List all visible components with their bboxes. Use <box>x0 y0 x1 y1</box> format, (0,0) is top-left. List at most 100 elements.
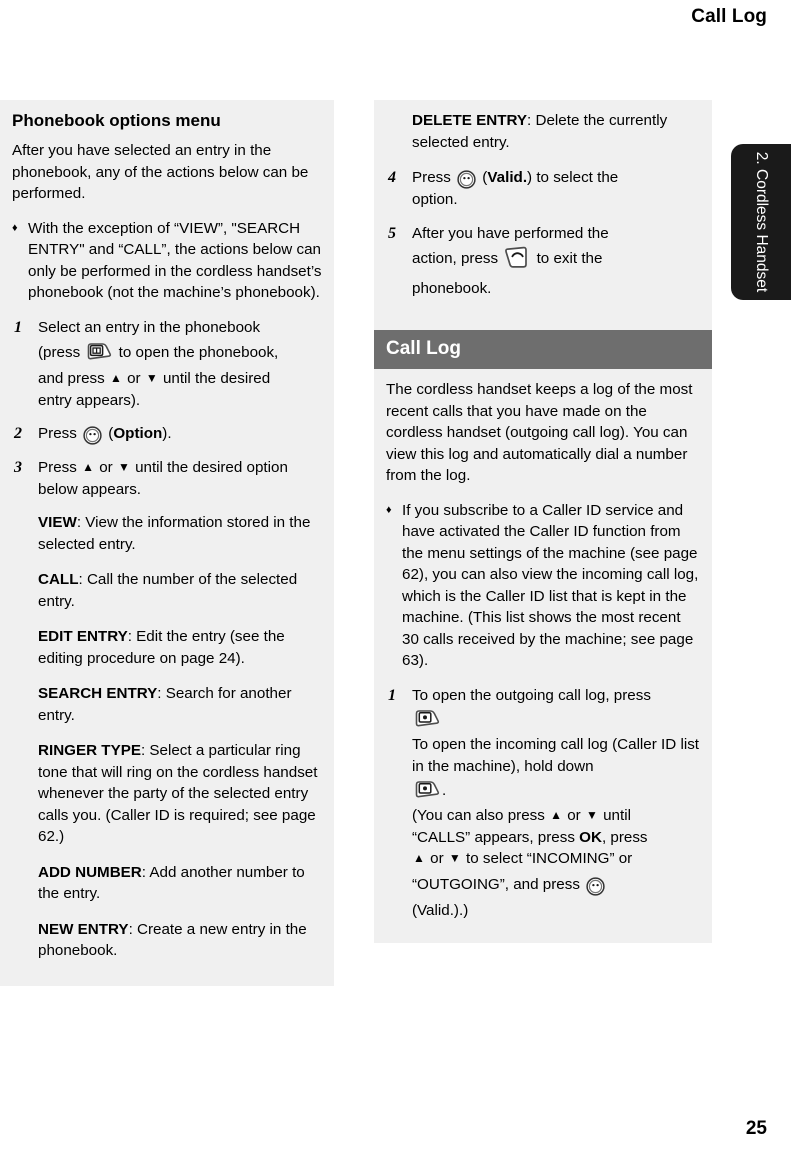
option-new-entry: NEW ENTRY: Create a new entry in the pho… <box>12 919 322 962</box>
step-3: 3 Press ▲ or ▼ until the desired option … <box>12 457 322 500</box>
call-log-intro: The cordless handset keeps a log of the … <box>386 381 693 484</box>
page-title-phonebook-options: Phonebook options menu <box>12 111 221 130</box>
option-new-entry-name: NEW ENTRY <box>38 920 129 938</box>
page-running-head: Call Log <box>691 6 767 27</box>
option-add-number: ADD NUMBER: Add another number to the en… <box>12 862 322 905</box>
option-view-desc: : View the information stored in the sel… <box>38 514 311 553</box>
option-call: CALL: Call the number of the selected en… <box>12 569 322 612</box>
step-1-line-2-prefix: (press <box>38 344 81 361</box>
step-1: 1 Select an entry in the phonebook (pres… <box>12 317 322 412</box>
call-log-note-outgoing: “OUTGOING”, and press <box>412 875 580 893</box>
step-3-suffix: until the desired option <box>135 459 288 476</box>
step-2: 2 Press (Option). <box>12 423 322 445</box>
option-ringer-type: RINGER TYPE: Select a particular ring to… <box>12 740 322 848</box>
step-1-number: 1 <box>14 318 22 336</box>
option-add-number-name: ADD NUMBER <box>38 863 142 881</box>
option-view: VIEW: View the information stored in the… <box>12 512 322 555</box>
phonebook-options-bullet: ♦ With the exception of “VIEW”, "SEARCH … <box>12 218 322 304</box>
call-log-step-1-period: . <box>442 782 447 799</box>
step-3-line-2: below appears. <box>38 480 142 498</box>
valid-button-icon <box>457 170 476 189</box>
call-log-key-icon <box>414 709 440 731</box>
call-log-bullet: ♦ If you subscribe to a Caller ID servic… <box>386 500 700 672</box>
call-log-step-1-note-line-5: (Valid.).) <box>412 901 469 919</box>
option-call-name: CALL <box>38 571 79 588</box>
step-4-button-label: Valid. <box>487 169 528 186</box>
step-4-number: 4 <box>388 169 396 186</box>
option-view-name: VIEW <box>38 514 77 531</box>
step-1-line-3-prefix: and press <box>38 370 105 387</box>
step-1-line-1: Select an entry in the phonebook <box>38 318 261 336</box>
section-title-call-log: Call Log <box>374 330 712 369</box>
step-5-line-2-suffix: to exit the <box>536 250 603 267</box>
valid-button-icon <box>83 426 102 445</box>
step-1-or: or <box>127 370 141 387</box>
chapter-thumb-tab: 2. Cordless Handset <box>731 144 791 300</box>
arrow-down-icon: ▼ <box>585 808 598 822</box>
step-1-line-4: entry appears). <box>38 391 141 409</box>
step-2-button-label: Option <box>113 425 163 442</box>
hangup-key-icon <box>504 246 530 270</box>
step-4-line-1: Press (Valid.) to select the <box>412 167 700 189</box>
step-2-paren-close: ). <box>162 425 172 442</box>
step-5-line-2: action, press to exit the <box>412 244 700 274</box>
option-ringer-type-name: RINGER TYPE <box>38 742 141 759</box>
step-2-line-1: Press (Option). <box>38 423 322 445</box>
call-log-step-1-note-line-2: “CALLS” appears, press OK, press <box>412 827 700 849</box>
call-log-step-1-note-line-4: “OUTGOING”, and press <box>412 870 700 900</box>
step-1-line-3: and press ▲ or ▼ until the desired <box>38 368 322 390</box>
call-log-step-1-line-1: To open the outgoing call log, press <box>412 686 651 704</box>
step-5-line-1: After you have performed the <box>412 224 609 242</box>
phonebook-options-intro: After you have selected an entry in the … <box>12 142 309 202</box>
diamond-bullet-icon: ♦ <box>386 503 392 516</box>
right-column: DELETE ENTRY: Delete the currently selec… <box>374 100 712 943</box>
step-1-line-2: (press to open the phonebook, <box>38 338 322 368</box>
call-log-note-calls: “CALLS” appears, press <box>412 828 575 846</box>
step-3-line-1: Press ▲ or ▼ until the desired option <box>38 457 322 479</box>
step-1-line-2-suffix: to open the phonebook, <box>118 344 279 361</box>
step-4-prefix: Press <box>412 169 451 186</box>
valid-button-icon <box>586 876 605 896</box>
page-number: 25 <box>745 1118 767 1139</box>
arrow-down-icon: ▼ <box>145 371 158 385</box>
step-3-number: 3 <box>14 459 22 476</box>
arrow-down-icon: ▼ <box>448 851 461 865</box>
step-4-paren-close: ) to select the <box>527 169 619 186</box>
chapter-thumb-tab-label: 2. Cordless Handset <box>753 151 770 293</box>
arrow-up-icon: ▲ <box>550 808 562 822</box>
call-log-step-1-icon-1-line <box>412 706 700 734</box>
phonebook-key-icon <box>86 342 112 364</box>
step-5-number: 5 <box>388 224 396 242</box>
call-log-note-press: , press <box>601 828 648 846</box>
left-column: Phonebook options menu After you have se… <box>0 100 334 986</box>
option-search-entry: SEARCH ENTRY: Search for another entry. <box>12 683 322 726</box>
call-log-step-1-note-line-3: ▲ or ▼ to select “INCOMING” or <box>412 848 700 870</box>
call-log-bullet-text: If you subscribe to a Caller ID service … <box>402 501 699 670</box>
call-log-step-1: 1 To open the outgoing call log, press T… <box>386 685 700 922</box>
call-log-note-or: or <box>567 807 581 824</box>
diamond-bullet-icon: ♦ <box>12 221 18 234</box>
call-log-step-1-icon-2-line: . <box>412 777 700 805</box>
ok-button-label: OK <box>579 828 602 846</box>
step-4-line-2: option. <box>412 191 458 208</box>
option-search-entry-name: SEARCH ENTRY <box>38 685 158 702</box>
call-log-step-1-line-2: To open the incoming call log (Caller ID… <box>412 736 700 775</box>
arrow-up-icon: ▲ <box>413 851 425 865</box>
option-edit-entry-name: EDIT ENTRY <box>38 628 128 645</box>
step-3-prefix: Press <box>38 459 77 476</box>
call-log-key-icon <box>414 780 440 802</box>
arrow-up-icon: ▲ <box>109 371 122 385</box>
arrow-down-icon: ▼ <box>117 460 130 474</box>
call-log-step-1-number: 1 <box>388 686 396 704</box>
option-delete-entry: DELETE ENTRY: Delete the currently selec… <box>386 110 700 153</box>
call-log-note-select: to select “INCOMING” or <box>466 850 633 867</box>
step-3-or: or <box>99 459 113 476</box>
call-log-step-1-note-line-1: (You can also press ▲ or ▼ until <box>412 805 700 827</box>
step-2-number: 2 <box>14 425 22 442</box>
step-5-line-2-prefix: action, press <box>412 250 499 267</box>
call-log-note-or-2: or <box>430 850 444 867</box>
step-2-prefix: Press <box>38 425 77 442</box>
step-5-line-3: phonebook. <box>412 280 492 297</box>
option-delete-entry-name: DELETE ENTRY <box>412 112 528 129</box>
call-log-note-until: until <box>603 807 631 824</box>
